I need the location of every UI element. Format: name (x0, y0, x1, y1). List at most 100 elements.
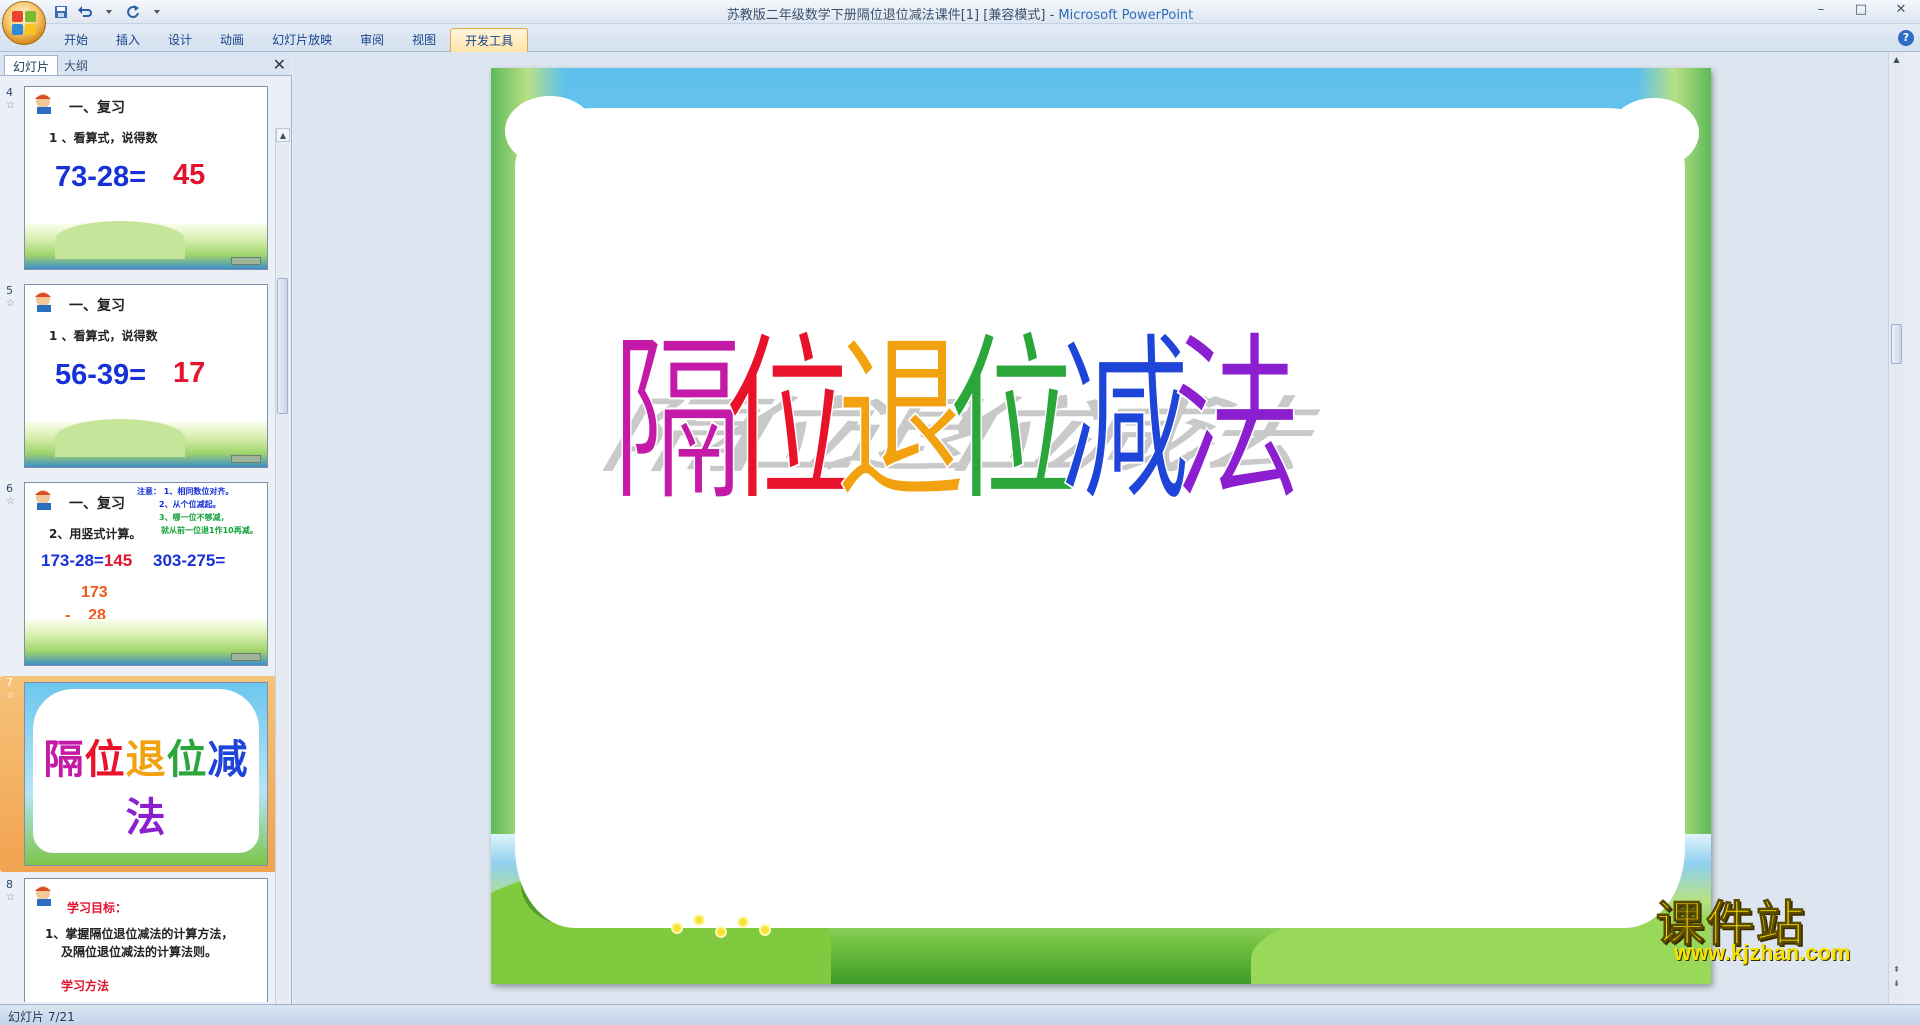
minimize-button[interactable]: – (1810, 2, 1832, 17)
tab-view[interactable]: 视图 (398, 28, 450, 54)
scroll-up-icon[interactable]: ▲ (276, 128, 290, 142)
title-char: 隔 (612, 315, 742, 525)
slide-number: 6 (6, 482, 13, 495)
pane-scrollbar[interactable]: ▲ ▼ (275, 128, 290, 1025)
title-char: 位 (724, 315, 854, 525)
close-button[interactable]: ✕ (1890, 2, 1912, 17)
tab-insert[interactable]: 插入 (102, 28, 154, 54)
slide-thumbnail-5[interactable]: 5 ☆ 一、复习 1 、看算式，说得数 56-39= 17 (0, 284, 276, 474)
slides-pane: 幻灯片 大纲 ✕ 4 ☆ 一、复习 1 、看算式，说得数 73-28= 45 5… (0, 52, 292, 1025)
slide-title[interactable]: 隔位退位减法隔位退位减法 (511, 228, 1691, 528)
thumb-equation: 56-39= (55, 359, 147, 391)
thumb-title: 隔位退位减法 (25, 727, 267, 843)
scroll-up-icon[interactable]: ▲ (1890, 53, 1903, 66)
thumb-equation: 73-28= (55, 161, 147, 193)
tab-slideshow[interactable]: 幻灯片放映 (258, 28, 346, 54)
title-char: 退 (836, 315, 966, 525)
document-title: 苏教版二年级数学下册隔位退位减法课件[1] [兼容模式] (726, 8, 1046, 23)
status-bar: 幻灯片 7/21 (0, 1004, 1920, 1025)
slide-thumbnail-8[interactable]: 8 ☆ 学习目标： 1、掌握隔位退位减法的计算方法， 及隔位退位减法的计算法则。… (0, 878, 276, 1002)
tab-home[interactable]: 开始 (50, 28, 102, 54)
thumb-equation-2: 303-275= (153, 551, 226, 570)
thumb-subtitle: 1 、看算式，说得数 (49, 329, 158, 343)
previous-slide-icon[interactable]: ⇞ (1890, 963, 1903, 976)
ribbon-tabs: 开始 插入 设计 动画 幻灯片放映 审阅 视图 开发工具 (50, 28, 529, 54)
note-line: 3、哪一位不够减， (159, 513, 229, 522)
ribbon: 开始 插入 设计 动画 幻灯片放映 审阅 视图 开发工具 ? (0, 24, 1920, 54)
flower (759, 924, 771, 936)
animation-star-icon: ☆ (6, 100, 15, 111)
slide-preview: 隔位退位减法 (24, 682, 268, 866)
slide-thumbnail-4[interactable]: 4 ☆ 一、复习 1 、看算式，说得数 73-28= 45 (0, 86, 276, 276)
watermark: 课件站 www.kjzhan.com (1655, 884, 1886, 966)
slide-number: 4 (6, 86, 13, 99)
title-char: 位 (84, 737, 126, 783)
flower (715, 926, 727, 938)
office-button[interactable] (2, 1, 46, 45)
editor-scrollbar[interactable]: ▲ ⇞ ⇟ (1888, 52, 1904, 1004)
nav-controls (231, 257, 261, 265)
animation-star-icon: ☆ (6, 690, 15, 701)
scene-hill (55, 419, 185, 457)
window-controls: – □ ✕ (1810, 2, 1912, 17)
slide-number: 5 (6, 284, 13, 297)
current-slide[interactable]: 隔位退位减法隔位退位减法 (491, 68, 1711, 984)
thumb-heading: 一、复习 (69, 298, 125, 314)
title-char: 减 (1060, 315, 1190, 525)
maximize-button[interactable]: □ (1850, 2, 1872, 17)
nav-controls (231, 455, 261, 463)
tab-design[interactable]: 设计 (154, 28, 206, 54)
mascot-icon (35, 886, 51, 906)
title-char: 减 (207, 737, 249, 783)
pane-tabs: 幻灯片 大纲 ✕ (0, 52, 292, 76)
mascot-icon (35, 490, 51, 510)
slide-editor: 隔位退位减法隔位退位减法 ▲ ⇞ ⇟ 课件站 www.kjzhan.com (293, 52, 1904, 1004)
note-line: 就从前一位退1作10再减。 (161, 526, 258, 535)
title-char: 法 (125, 795, 167, 841)
thumb-method: 学习方法 (61, 979, 110, 993)
tab-review[interactable]: 审阅 (346, 28, 398, 54)
tab-outline[interactable]: 大纲 (56, 55, 96, 75)
thumb-subtitle: 1 、看算式，说得数 (49, 131, 158, 145)
office-logo-icon (12, 11, 36, 35)
slide-preview: 一、复习 1 、看算式，说得数 56-39= 17 (24, 284, 268, 468)
close-pane-icon[interactable]: ✕ (273, 55, 286, 74)
flower (671, 922, 683, 934)
equation-text: 173-28= (41, 551, 104, 570)
nav-controls (231, 653, 261, 661)
thumb-answer: 45 (173, 159, 206, 191)
next-slide-icon[interactable]: ⇟ (1890, 977, 1903, 990)
window-title: 苏教版二年级数学下册隔位退位减法课件[1] [兼容模式] - Microsoft… (726, 8, 1194, 23)
cloud-bump (1609, 98, 1699, 168)
title-char: 法 (1172, 315, 1302, 525)
thumb-notes: 注意： 1、相同数位对齐。 2、从个位减起。 3、哪一位不够减， 就从前一位退1… (137, 485, 258, 537)
tab-slides[interactable]: 幻灯片 (4, 55, 59, 75)
tab-developer[interactable]: 开发工具 (450, 28, 529, 54)
watermark-url: www.kjzhan.com (1674, 940, 1851, 965)
help-icon[interactable]: ? (1898, 30, 1914, 46)
animation-star-icon: ☆ (6, 298, 15, 309)
title-char: 隔 (43, 737, 85, 783)
slide-preview: 一、复习 1 、看算式，说得数 73-28= 45 (24, 86, 268, 270)
thumb-line-2: 及隔位退位减法的计算法则。 (61, 945, 218, 959)
mascot-icon (35, 94, 51, 114)
scene-hill (55, 221, 185, 259)
slide-thumbnail-6[interactable]: 6 ☆ 一、复习 注意： 1、相同数位对齐。 2、从个位减起。 3、哪一位不够减… (0, 482, 276, 672)
scroll-thumb[interactable] (277, 278, 288, 414)
animation-star-icon: ☆ (6, 892, 15, 903)
slide-thumbnail-7[interactable]: 7 ☆ 隔位退位减法 (0, 676, 276, 872)
slide-preview: 学习目标： 1、掌握隔位退位减法的计算方法， 及隔位退位减法的计算法则。 学习方… (24, 878, 268, 1002)
thumb-heading: 一、复习 (69, 100, 125, 116)
slide-thumbnails: 4 ☆ 一、复习 1 、看算式，说得数 73-28= 45 5 ☆ 一、复习 1… (0, 78, 276, 1002)
tab-animations[interactable]: 动画 (206, 28, 258, 54)
animation-star-icon: ☆ (6, 496, 15, 507)
scroll-thumb[interactable] (1891, 324, 1902, 364)
title-char: 位 (948, 315, 1078, 525)
equation-answer: 145 (103, 551, 133, 570)
note-line: 2、从个位减起。 (159, 500, 221, 509)
flowers-decoration (671, 912, 791, 948)
flower (693, 914, 705, 926)
cloud-bump (505, 96, 595, 166)
thumb-heading: 一、复习 (69, 496, 125, 512)
thumb-equation-1: 173-28=145 (41, 551, 132, 571)
